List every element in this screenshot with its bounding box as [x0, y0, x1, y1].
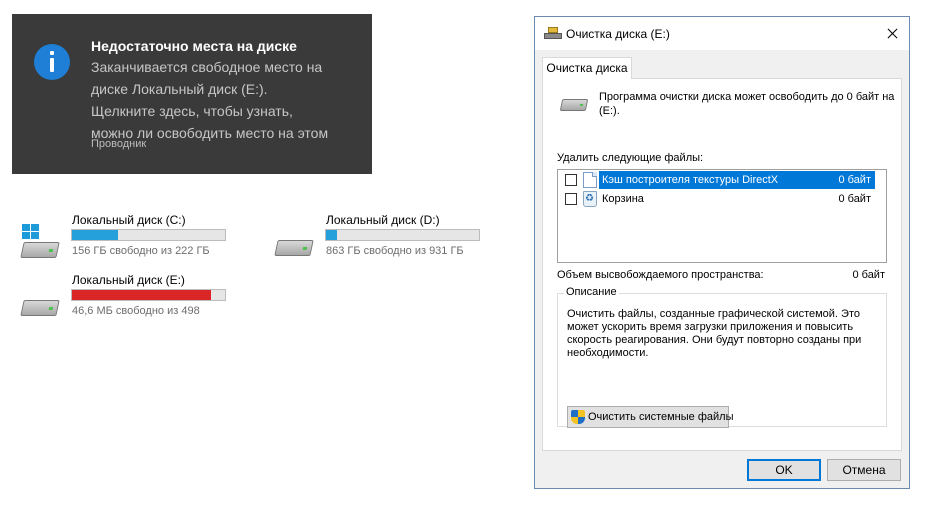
toast-body-line: Щелкните здесь, чтобы узнать,	[91, 103, 293, 119]
disk-cleanup-dialog: Очистка диска (E:) Очистка диска Програм…	[534, 16, 910, 489]
info-icon	[34, 44, 70, 80]
toast-source: Проводник	[91, 138, 147, 150]
hard-drive-icon	[559, 96, 589, 114]
space-to-free-value: 0 байт	[852, 269, 885, 281]
files-to-delete-list[interactable]: Кэш построителя текстуры DirectX 0 байт …	[557, 169, 887, 263]
title-bar[interactable]: Очистка диска (E:)	[535, 17, 909, 50]
drive-usage-bar	[71, 229, 226, 241]
drive-usage-bar	[71, 289, 226, 301]
intro-text: Программа очистки диска может освободить…	[599, 91, 895, 117]
hard-drive-icon	[274, 232, 314, 260]
system-drive-icon	[20, 224, 60, 258]
drive-usage-fill	[326, 230, 337, 240]
recycle-bin-icon	[583, 191, 597, 207]
description-group: Описание Очистить файлы, созданные графи…	[557, 286, 887, 428]
disk-cleanup-icon	[544, 27, 562, 40]
drive-free-space: 46,6 МБ свободно из 498	[72, 305, 200, 317]
drive-name: Локальный диск (D:)	[326, 213, 440, 227]
list-item[interactable]: Корзина 0 байт	[559, 190, 873, 208]
description-legend: Описание	[564, 286, 619, 298]
file-size: 0 байт	[838, 193, 871, 205]
drive-free-space: 156 ГБ свободно из 222 ГБ	[72, 245, 210, 257]
toast-body-line: диске Локальный диск (E:).	[91, 81, 268, 97]
dialog-title: Очистка диска (E:)	[566, 27, 670, 41]
file-checkbox[interactable]	[565, 174, 577, 186]
drive-d[interactable]: Локальный диск (D:) 863 ГБ свободно из 9…	[274, 210, 494, 260]
drive-e[interactable]: Локальный диск (E:) 46,6 МБ свободно из …	[20, 270, 240, 320]
low-disk-space-toast[interactable]: Недостаточно места на диске Заканчиваетс…	[12, 14, 372, 174]
hard-drive-icon	[20, 292, 60, 320]
description-text: Очистить файлы, созданные графической си…	[567, 308, 862, 359]
toast-body: Заканчивается свободное место на диске Л…	[91, 56, 353, 144]
drive-name: Локальный диск (E:)	[72, 273, 185, 287]
drive-usage-fill	[72, 230, 118, 240]
file-size: 0 байт	[835, 171, 875, 189]
cancel-button[interactable]: Отмена	[827, 459, 901, 481]
files-to-delete-label: Удалить следующие файлы:	[557, 152, 704, 164]
drive-c[interactable]: Локальный диск (C:) 156 ГБ свободно из 2…	[20, 210, 240, 260]
document-icon	[583, 172, 597, 188]
file-name: Корзина	[602, 193, 644, 205]
close-icon[interactable]	[875, 17, 909, 50]
drive-name: Локальный диск (C:)	[72, 213, 186, 227]
space-to-free-label: Объем высвобождаемого пространства:	[557, 269, 764, 281]
ok-button[interactable]: OK	[747, 459, 821, 481]
drive-usage-bar	[325, 229, 480, 241]
tab-disk-cleanup[interactable]: Очистка диска	[542, 57, 632, 79]
drive-free-space: 863 ГБ свободно из 931 ГБ	[326, 245, 464, 257]
list-item[interactable]: Кэш построителя текстуры DirectX 0 байт	[559, 171, 875, 189]
file-name: Кэш построителя текстуры DirectX	[599, 171, 835, 189]
drive-usage-fill	[72, 290, 212, 300]
clean-system-files-label: Очистить системные файлы	[588, 411, 734, 423]
file-checkbox[interactable]	[565, 193, 577, 205]
clean-system-files-button[interactable]: Очистить системные файлы	[567, 406, 733, 428]
toast-title: Недостаточно места на диске	[91, 38, 297, 54]
uac-shield-icon	[571, 410, 585, 425]
toast-body-line: Заканчивается свободное место на	[91, 59, 323, 75]
tab-panel: Программа очистки диска может освободить…	[542, 78, 902, 451]
